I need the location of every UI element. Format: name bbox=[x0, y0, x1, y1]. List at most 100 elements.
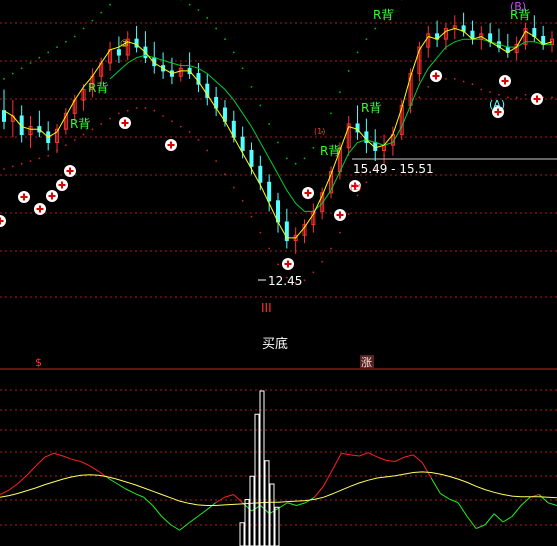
osc-seg-59 bbox=[520, 496, 531, 506]
upper-band-dot-40 bbox=[356, 51, 359, 54]
osc-seg-22 bbox=[188, 516, 198, 524]
upper-band-dot-25 bbox=[224, 38, 226, 41]
upper-band-dot-8 bbox=[73, 35, 76, 38]
osc-seg-27 bbox=[233, 494, 243, 504]
lower-band-dot-16 bbox=[144, 107, 147, 109]
lower-band-dot-9 bbox=[82, 133, 85, 136]
strip-label-dollar: $ bbox=[35, 356, 42, 369]
volume-bar-4 bbox=[259, 390, 265, 546]
osc-seg-50 bbox=[439, 492, 450, 500]
upper-band-dot-3 bbox=[29, 62, 32, 64]
wave-mark-a: (A) bbox=[489, 98, 505, 111]
osc-seg-33 bbox=[287, 502, 297, 506]
lower-band-dot-53 bbox=[471, 83, 474, 86]
osc-seg-11 bbox=[89, 465, 100, 472]
lower-band-dot-29 bbox=[259, 231, 262, 234]
upper-band-dot-26 bbox=[232, 51, 235, 54]
lower-band-dot-3 bbox=[29, 160, 32, 162]
lower-band-dot-26 bbox=[232, 186, 235, 189]
wave-mark-2: (2) bbox=[350, 183, 361, 192]
wave-mark-iii: III bbox=[261, 301, 272, 315]
upper-band-dot-33 bbox=[294, 162, 297, 165]
osc-seg-41 bbox=[359, 452, 369, 457]
lower-band-dot-56 bbox=[498, 93, 500, 96]
lower-band-dot-39 bbox=[347, 213, 350, 215]
osc-seg-36 bbox=[314, 485, 324, 498]
osc-seg-17 bbox=[143, 496, 154, 506]
osc-seg-18 bbox=[152, 505, 163, 517]
upper-band-dot-1 bbox=[11, 72, 14, 75]
upper-band-dot-12 bbox=[109, 3, 111, 6]
lower-band-dot-7 bbox=[64, 144, 67, 147]
osc-seg-44 bbox=[386, 459, 396, 462]
osc-seg-14 bbox=[116, 483, 127, 490]
volume-bar-5 bbox=[264, 460, 270, 546]
candles bbox=[2, 12, 554, 254]
high-price-label: 15.49 - 15.51 bbox=[353, 162, 434, 176]
upper-band-dot-34 bbox=[303, 157, 306, 160]
lower-band-dot-27 bbox=[241, 199, 244, 202]
lower-band-dot-12 bbox=[109, 117, 111, 120]
candle-body-27 bbox=[240, 136, 245, 151]
annotation-rback-1: R背 bbox=[373, 8, 393, 22]
upper-band-dot-24 bbox=[215, 27, 218, 30]
osc-seg-42 bbox=[368, 452, 378, 458]
upper-band-dot-41 bbox=[365, 38, 368, 41]
osc-seg-9 bbox=[71, 458, 81, 462]
osc-seg-6 bbox=[44, 452, 55, 458]
osc-seg-21 bbox=[179, 522, 189, 531]
osc-seg-62 bbox=[547, 502, 557, 506]
lower-band-dot-57 bbox=[506, 96, 509, 99]
osc-seg-10 bbox=[80, 461, 91, 467]
lower-band-dot-17 bbox=[153, 109, 156, 112]
lower-band-dot-21 bbox=[188, 131, 191, 133]
upper-band-dot-38 bbox=[338, 91, 341, 94]
upper-band-dot-11 bbox=[100, 11, 103, 14]
osc-seg-38 bbox=[331, 453, 342, 470]
lower-band-dot-47 bbox=[418, 96, 421, 99]
upper-band-dot-23 bbox=[206, 17, 209, 19]
osc-seg-39 bbox=[341, 452, 351, 456]
lower-band-dot-24 bbox=[215, 160, 218, 162]
upper-band-dot-35 bbox=[312, 146, 315, 149]
osc-seg-7 bbox=[53, 452, 64, 457]
upper-band-dot-27 bbox=[241, 67, 244, 70]
osc-seg-37 bbox=[322, 469, 333, 487]
lower-band-dot-20 bbox=[179, 125, 182, 128]
volume-bar-3 bbox=[254, 413, 260, 546]
osc-seg-49 bbox=[430, 477, 441, 494]
upper-band-dot-42 bbox=[374, 27, 377, 30]
lower-band-dot-23 bbox=[206, 149, 209, 152]
upper-band-dot-10 bbox=[91, 19, 94, 22]
upper-band-dot-7 bbox=[64, 40, 67, 43]
lower-band-dot-36 bbox=[321, 260, 324, 263]
upper-band-dot-4 bbox=[38, 56, 41, 59]
lower-band-dot-4 bbox=[38, 157, 41, 160]
candle-body-28 bbox=[249, 149, 254, 167]
lower-band-dot-50 bbox=[445, 78, 447, 80]
lower-band-dot-48 bbox=[427, 85, 430, 88]
lower-band-dot-28 bbox=[250, 215, 253, 218]
osc-seg-34 bbox=[296, 502, 306, 506]
lower-band-dot-22 bbox=[197, 138, 200, 141]
lower-band-dot-30 bbox=[268, 247, 271, 250]
lower-band-dot-40 bbox=[356, 194, 359, 197]
lower-band-dot-8 bbox=[73, 138, 76, 141]
osc-seg-23 bbox=[197, 509, 207, 517]
osc-seg-1 bbox=[0, 489, 10, 495]
osc-seg-43 bbox=[377, 456, 387, 461]
upper-band-dot-6 bbox=[56, 46, 58, 48]
osc-seg-4 bbox=[26, 465, 37, 476]
candle-body-29 bbox=[258, 165, 263, 183]
oscillator-panel bbox=[0, 390, 557, 546]
lower-band-dot-25 bbox=[224, 173, 226, 176]
osc-seg-3 bbox=[17, 474, 28, 484]
bands bbox=[3, 0, 553, 284]
osc-seg-26 bbox=[224, 494, 234, 498]
osc-seg-57 bbox=[502, 516, 513, 523]
lower-band-dot-37 bbox=[330, 247, 332, 250]
lower-band-dot-35 bbox=[312, 271, 315, 274]
annotation-rback-6: R背 bbox=[320, 144, 340, 158]
lower-band-dot-19 bbox=[171, 120, 173, 123]
osc-seg-53 bbox=[466, 516, 477, 529]
